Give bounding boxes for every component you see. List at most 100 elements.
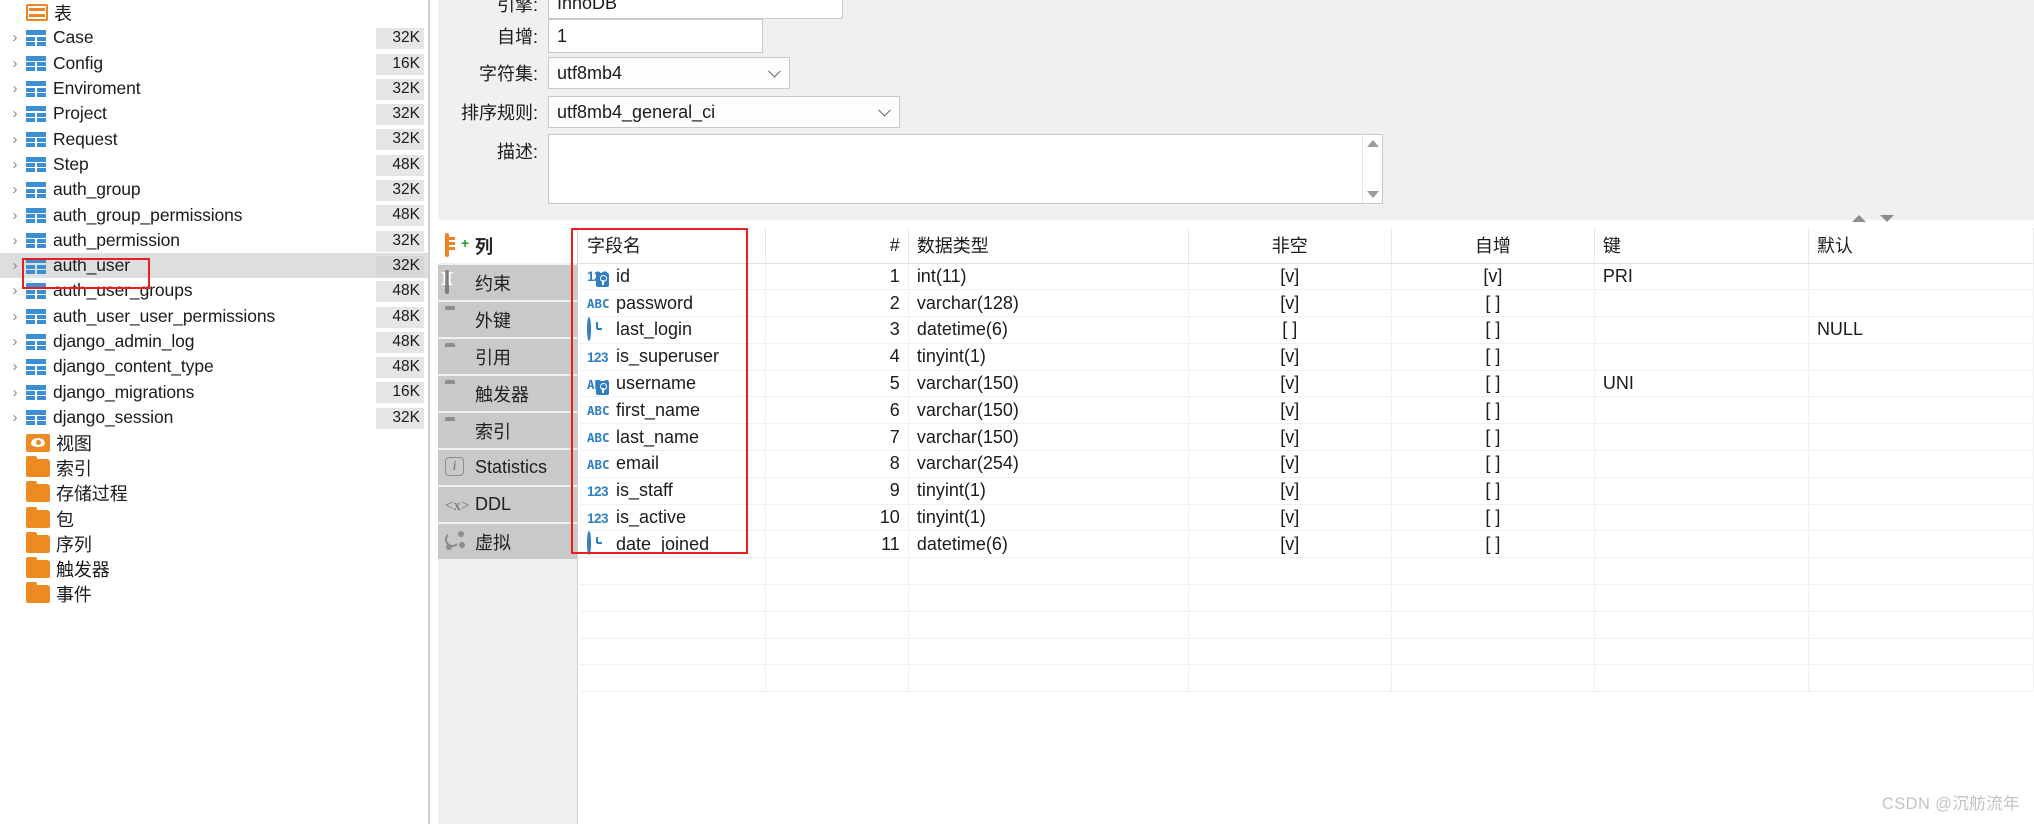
expand-twisty-icon[interactable]: › bbox=[4, 385, 26, 400]
cell-key[interactable] bbox=[1594, 316, 1809, 344]
cell-default[interactable] bbox=[1808, 343, 2034, 371]
cell-empty[interactable] bbox=[1808, 664, 2034, 693]
cell-auto-increment[interactable]: [ ] bbox=[1391, 504, 1595, 532]
expand-twisty-icon[interactable]: › bbox=[4, 132, 26, 147]
cell-empty[interactable] bbox=[908, 611, 1189, 639]
cell-empty[interactable] bbox=[1594, 611, 1809, 639]
cell-field-name[interactable]: date_joined bbox=[579, 530, 767, 559]
cell-data-type[interactable]: varchar(128) bbox=[908, 289, 1189, 318]
cell-field-name[interactable]: ABC password bbox=[579, 289, 767, 318]
cell-not-null[interactable]: [v] bbox=[1188, 450, 1392, 478]
tab-外键[interactable]: 外键 bbox=[438, 302, 577, 339]
cell-not-null[interactable]: [v] bbox=[1188, 263, 1392, 291]
cell-empty[interactable] bbox=[579, 557, 767, 586]
cell-empty[interactable] bbox=[1188, 638, 1392, 666]
tree-root-tables[interactable]: ›表 bbox=[0, 0, 428, 25]
tab-虚拟[interactable]: 虚拟 bbox=[438, 524, 577, 561]
tree-item-table[interactable]: › Config 16K bbox=[0, 51, 428, 76]
col-header-autoinc[interactable]: 自增 bbox=[1391, 228, 1595, 264]
cell-default[interactable] bbox=[1808, 423, 2034, 452]
cell-field-name[interactable]: ABC last_name bbox=[579, 423, 767, 452]
cell-data-type[interactable]: datetime(6) bbox=[908, 316, 1189, 344]
cell-default[interactable] bbox=[1808, 370, 2034, 398]
table-row[interactable]: 123 is_staff 9 tinyint(1) [v][ ] bbox=[579, 477, 2034, 505]
description-scrollbar[interactable] bbox=[1362, 135, 1382, 203]
cell-data-type[interactable]: varchar(150) bbox=[908, 396, 1189, 425]
cell-field-name[interactable]: ABC email bbox=[579, 450, 767, 478]
cell-default[interactable]: NULL bbox=[1808, 316, 2034, 344]
tree-item-folder[interactable]: ›触发器 bbox=[0, 557, 428, 582]
cell-not-null[interactable]: [v] bbox=[1188, 477, 1392, 505]
cell-empty[interactable] bbox=[579, 584, 767, 612]
cell-field-name[interactable]: 123 is_superuser bbox=[579, 343, 767, 371]
cell-field-name[interactable]: 123 is_active bbox=[579, 504, 767, 532]
table-row[interactable]: ABC email 8 varchar(254) [v][ ] bbox=[579, 450, 2034, 478]
cell-auto-increment[interactable]: [v] bbox=[1391, 263, 1595, 291]
tree-item-folder[interactable]: ›序列 bbox=[0, 531, 428, 556]
tree-item-table[interactable]: › auth_group 32K bbox=[0, 177, 428, 202]
vertical-divider-left[interactable] bbox=[428, 0, 430, 824]
table-row[interactable]: ABC last_name 7 varchar(150) [v][ ] bbox=[579, 423, 2034, 452]
tree-item-table[interactable]: › Step 48K bbox=[0, 152, 428, 177]
table-row[interactable]: ABC password 2 varchar(128) [v][ ] bbox=[579, 289, 2034, 318]
tree-item-table[interactable]: › Project 32K bbox=[0, 101, 428, 126]
cell-empty[interactable] bbox=[1391, 638, 1595, 666]
cell-empty[interactable] bbox=[1808, 611, 2034, 639]
cell-key[interactable] bbox=[1594, 477, 1809, 505]
charset-select[interactable]: utf8mb4 bbox=[548, 57, 790, 89]
expand-twisty-icon[interactable]: › bbox=[4, 410, 26, 425]
cell-not-null[interactable]: [v] bbox=[1188, 289, 1392, 318]
tree-item-table[interactable]: › auth_permission 32K bbox=[0, 228, 428, 253]
cell-empty[interactable] bbox=[579, 664, 767, 693]
cell-key[interactable]: PRI bbox=[1594, 263, 1809, 291]
cell-empty[interactable] bbox=[1391, 584, 1595, 612]
expand-twisty-icon[interactable]: › bbox=[4, 157, 26, 172]
tree-item-table[interactable]: › django_session 32K bbox=[0, 405, 428, 430]
tree-item-table[interactable]: › Request 32K bbox=[0, 126, 428, 151]
expand-twisty-icon[interactable]: › bbox=[4, 30, 26, 45]
cell-empty[interactable] bbox=[1188, 584, 1392, 612]
cell-auto-increment[interactable]: [ ] bbox=[1391, 370, 1595, 398]
cell-empty[interactable] bbox=[579, 611, 767, 639]
cell-empty[interactable] bbox=[908, 664, 1189, 693]
tab-DDL[interactable]: <x> DDL bbox=[438, 487, 577, 524]
object-tabstrip[interactable]: +列约束外键引用触发器索引iStatistics<x>DDL虚拟 bbox=[438, 228, 578, 824]
cell-not-null[interactable]: [v] bbox=[1188, 370, 1392, 398]
table-row-empty[interactable] bbox=[579, 584, 2034, 612]
cell-data-type[interactable]: int(11) bbox=[908, 263, 1189, 291]
cell-default[interactable] bbox=[1808, 289, 2034, 318]
cell-auto-increment[interactable]: [ ] bbox=[1391, 396, 1595, 425]
col-header-type[interactable]: 数据类型 bbox=[908, 228, 1189, 264]
cell-empty[interactable] bbox=[908, 584, 1189, 612]
auto-increment-input[interactable]: 1 bbox=[548, 19, 763, 53]
cell-empty[interactable] bbox=[1188, 611, 1392, 639]
tree-item-folder[interactable]: ›包 bbox=[0, 506, 428, 531]
columns-grid[interactable]: 字段名#数据类型非空自增键默认 123id1int(11)[v][v]PRIAB… bbox=[579, 228, 2034, 824]
table-row-empty[interactable] bbox=[579, 557, 2034, 586]
cell-field-name[interactable]: last_login bbox=[579, 316, 767, 344]
tab-列[interactable]: + 列 bbox=[438, 228, 577, 265]
tree-item-table[interactable]: › auth_user_user_permissions 48K bbox=[0, 304, 428, 329]
cell-auto-increment[interactable]: [ ] bbox=[1391, 530, 1595, 559]
col-header-name[interactable]: 字段名 bbox=[579, 228, 767, 264]
object-tree-panel[interactable]: ›表›Case32K›Config16K›Enviroment32K›Proje… bbox=[0, 0, 428, 824]
cell-empty[interactable] bbox=[908, 557, 1189, 586]
tree-item-table[interactable]: › auth_group_permissions 48K bbox=[0, 202, 428, 227]
tab-Statistics[interactable]: i Statistics bbox=[438, 450, 577, 487]
tree-item-table[interactable]: › django_admin_log 48K bbox=[0, 329, 428, 354]
cell-auto-increment[interactable]: [ ] bbox=[1391, 477, 1595, 505]
cell-empty[interactable] bbox=[1808, 557, 2034, 586]
table-row-empty[interactable] bbox=[579, 664, 2034, 693]
cell-data-type[interactable]: tinyint(1) bbox=[908, 477, 1189, 505]
cell-empty[interactable] bbox=[1594, 557, 1809, 586]
table-row[interactable]: 123id1int(11)[v][v]PRI bbox=[579, 263, 2034, 291]
tree-item-table[interactable]: › django_content_type 48K bbox=[0, 354, 428, 379]
expand-twisty-icon[interactable]: › bbox=[4, 258, 26, 273]
cell-key[interactable] bbox=[1594, 530, 1809, 559]
collation-select[interactable]: utf8mb4_general_ci bbox=[548, 96, 900, 128]
tree-item-folder[interactable]: ›索引 bbox=[0, 455, 428, 480]
cell-field-name[interactable]: ABCusername bbox=[579, 370, 767, 398]
cell-empty[interactable] bbox=[908, 638, 1189, 666]
expand-twisty-icon[interactable]: › bbox=[4, 81, 26, 96]
expand-twisty-icon[interactable]: › bbox=[4, 56, 26, 71]
